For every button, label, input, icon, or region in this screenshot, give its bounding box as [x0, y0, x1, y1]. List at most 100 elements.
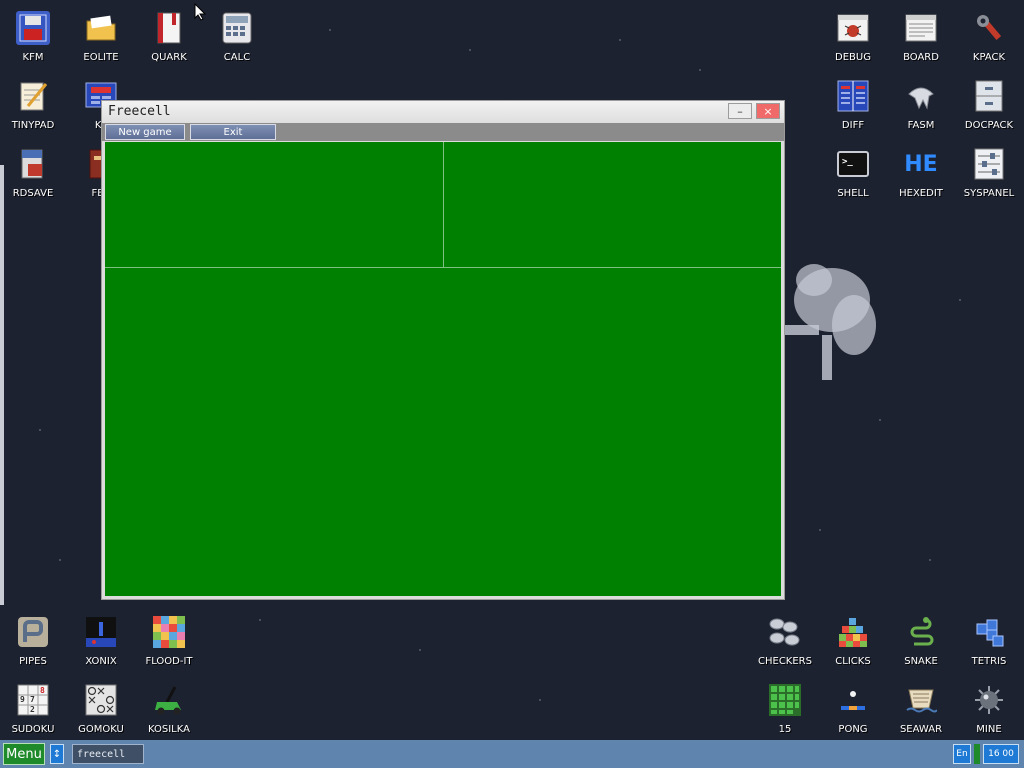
left-edge-window-strip: [0, 165, 4, 605]
floppy-disk-icon: [16, 11, 50, 45]
fasm-icon: [904, 79, 938, 113]
minimize-button[interactable]: –: [728, 103, 752, 119]
svg-text:7: 7: [30, 695, 35, 704]
svg-text:9: 9: [20, 695, 25, 704]
taskbar-item-freecell[interactable]: freecell: [72, 744, 144, 764]
desktop-icon-flood-it[interactable]: FLOOD-IT: [137, 607, 201, 673]
icon-label: SEAWAR: [899, 724, 943, 735]
icon-label: CHECKERS: [758, 656, 812, 667]
desktop-icon-checkers[interactable]: CHECKERS: [753, 607, 817, 673]
drawer-icon: [972, 79, 1006, 113]
icon-label: BOARD: [903, 52, 939, 63]
diff-icon: [836, 79, 870, 113]
folder-icon: [84, 11, 118, 45]
icon-label: SYSPANEL: [963, 188, 1015, 199]
desktop-icon-clicks[interactable]: CLICKS: [821, 607, 885, 673]
calculator-icon: [220, 11, 254, 45]
desktop-icon-debug[interactable]: DEBUG: [821, 3, 885, 69]
board-icon: [904, 11, 938, 45]
minimize-icon: –: [737, 104, 743, 118]
desktop-icon-15[interactable]: 15: [753, 675, 817, 741]
desktop-icon-kpack[interactable]: KPACK: [957, 3, 1021, 69]
icon-label: XONIX: [85, 656, 117, 667]
desktop-icon-sudoku[interactable]: 978 2 SUDOKU: [1, 675, 65, 741]
save-disk-icon: [16, 147, 50, 181]
bug-icon: [836, 11, 870, 45]
game-board[interactable]: [105, 142, 781, 596]
icon-label: DOCPACK: [964, 120, 1014, 131]
desktop-icon-kfm[interactable]: KFM: [1, 3, 65, 69]
icon-label: RDSAVE: [12, 188, 54, 199]
desktop-icon-rdsave[interactable]: RDSAVE: [1, 139, 65, 205]
notebook-icon: [152, 11, 186, 45]
desktop-icon-snake[interactable]: SNAKE: [889, 607, 953, 673]
icon-label: HEXEDIT: [899, 188, 943, 199]
flood-it-icon: [152, 615, 186, 649]
fifteen-icon: [768, 683, 802, 717]
language-indicator[interactable]: En: [953, 744, 971, 764]
desktop-icon-docpack[interactable]: DOCPACK: [957, 71, 1021, 137]
desktop-icon-tinypad[interactable]: TINYPAD: [1, 71, 65, 137]
clock[interactable]: 16 00: [983, 744, 1019, 764]
desktop-icon-calc[interactable]: CALC: [205, 3, 269, 69]
desktop-icon-diff[interactable]: DIFF: [821, 71, 885, 137]
desktop-icon-xonix[interactable]: XONIX: [69, 607, 133, 673]
svg-text:8: 8: [40, 686, 45, 695]
desktop-icon-eolite[interactable]: EOLITE: [69, 3, 133, 69]
checkers-icon: [768, 615, 802, 649]
tray-separator: [974, 744, 980, 764]
hexedit-icon: HE: [904, 151, 938, 177]
icon-label: SUDOKU: [11, 724, 55, 735]
icon-label: FLOOD-IT: [145, 656, 193, 667]
freecell-window: Freecell – × New game Exit: [101, 100, 785, 600]
icon-label: EOLITE: [83, 52, 119, 63]
desktop-icon-syspanel[interactable]: SYSPANEL: [957, 139, 1021, 205]
top-area-divider: [105, 267, 781, 268]
icon-label: DIFF: [841, 120, 865, 131]
wrench-icon: [972, 11, 1006, 45]
svg-text:>_: >_: [842, 157, 853, 167]
desktop-icon-board[interactable]: BOARD: [889, 3, 953, 69]
icon-label: SNAKE: [904, 656, 938, 667]
icon-label: TINYPAD: [11, 120, 55, 131]
icon-label: KPACK: [972, 52, 1006, 63]
tetris-icon: [972, 615, 1006, 649]
desktop-icon-gomoku[interactable]: GOMOKU: [69, 675, 133, 741]
desktop-icon-seawar[interactable]: SEAWAR: [889, 675, 953, 741]
icon-label: MINE: [976, 724, 1002, 735]
desktop-icon-kosilka[interactable]: KOSILKA: [137, 675, 201, 741]
icon-label: DEBUG: [835, 52, 871, 63]
window-titlebar[interactable]: Freecell – ×: [102, 101, 784, 123]
icon-label: FASM: [907, 120, 935, 131]
desktop-icon-hexedit[interactable]: HE HEXEDIT: [889, 139, 953, 205]
taskbar-switch-button[interactable]: ↕: [50, 744, 64, 764]
close-button[interactable]: ×: [756, 103, 780, 119]
icon-label: KOSILKA: [148, 724, 190, 735]
desktop-icon-pipes[interactable]: PIPES: [1, 607, 65, 673]
sudoku-icon: 978 2: [16, 683, 50, 717]
new-game-button[interactable]: New game: [105, 124, 185, 140]
menu-button[interactable]: Menu: [3, 743, 45, 765]
desktop-icon-shell[interactable]: >_ SHELL: [821, 139, 885, 205]
lawnmower-icon: [152, 683, 186, 717]
desktop-icon-quark[interactable]: QUARK: [137, 3, 201, 69]
desktop-icon-tetris[interactable]: TETRIS: [957, 607, 1021, 673]
desktop-icon-pong[interactable]: PONG: [821, 675, 885, 741]
icon-label: SHELL: [837, 188, 869, 199]
icon-label: CALC: [223, 52, 251, 63]
snake-icon: [904, 615, 938, 649]
window-title: Freecell: [108, 104, 171, 119]
desktop-icon-fasm[interactable]: FASM: [889, 71, 953, 137]
notepad-icon: [16, 79, 50, 113]
desktop-icon-mine[interactable]: MINE: [957, 675, 1021, 741]
pong-icon: [836, 683, 870, 717]
icon-label: CLICKS: [835, 656, 871, 667]
icon-label: GOMOKU: [78, 724, 124, 735]
terminal-icon: >_: [836, 147, 870, 181]
xonix-icon: [84, 615, 118, 649]
exit-button[interactable]: Exit: [190, 124, 276, 140]
mine-icon: [972, 683, 1006, 717]
pipes-icon: [16, 615, 50, 649]
icon-label: TETRIS: [971, 656, 1007, 667]
icon-label: 15: [778, 724, 792, 735]
